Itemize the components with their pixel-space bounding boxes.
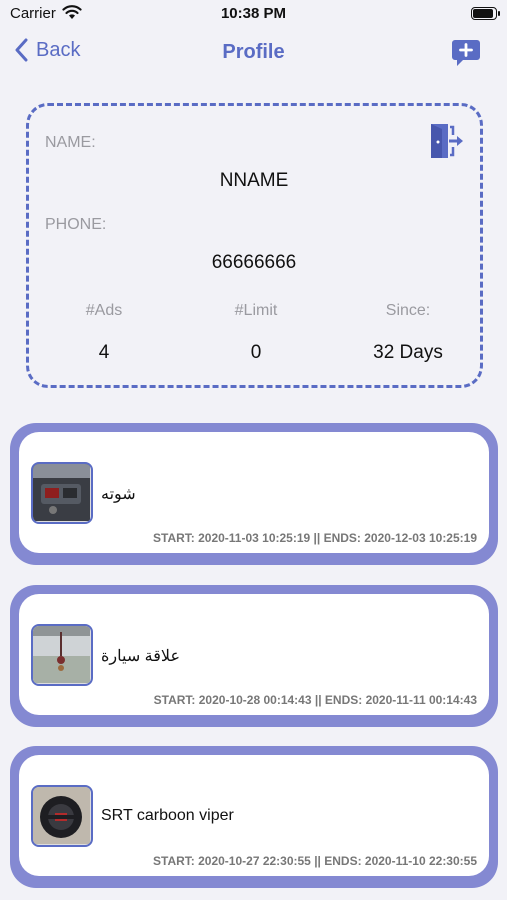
ads-count-value: 4 xyxy=(98,342,110,363)
add-message-icon[interactable] xyxy=(451,38,481,68)
name-value: NNAME xyxy=(219,170,289,191)
ad-thumbnail xyxy=(31,785,93,847)
ad-item[interactable]: SRT carboon viper START: 2020-10-27 22:3… xyxy=(19,755,489,876)
phone-label: PHONE: xyxy=(45,216,107,233)
ad-item[interactable]: شوته START: 2020-11-03 10:25:19 || ENDS:… xyxy=(19,432,489,553)
profile-card: NAME: NNAME PHONE: 66666666 #Ads #Limit … xyxy=(26,103,483,388)
since-value: 32 Days xyxy=(373,342,443,363)
ad-title: علاقة سيارة xyxy=(101,648,180,665)
ad-title: شوته xyxy=(101,486,136,503)
phone-value: 66666666 xyxy=(211,252,297,273)
limit-value: 0 xyxy=(250,342,262,363)
since-label: Since: xyxy=(385,302,431,319)
ad-card: شوته START: 2020-11-03 10:25:19 || ENDS:… xyxy=(10,423,498,565)
ad-thumbnail xyxy=(31,462,93,524)
name-label: NAME: xyxy=(45,134,96,151)
battery-icon xyxy=(471,7,500,20)
logout-icon[interactable] xyxy=(428,122,466,160)
clock: 10:38 PM xyxy=(220,5,287,22)
status-bar: Carrier 10:38 PM xyxy=(0,0,507,30)
ad-card: علاقة سيارة START: 2020-10-28 00:14:43 |… xyxy=(10,585,498,727)
ad-dates: START: 2020-10-28 00:14:43 || ENDS: 2020… xyxy=(153,693,477,707)
ad-dates: START: 2020-11-03 10:25:19 || ENDS: 2020… xyxy=(153,531,477,545)
ad-item[interactable]: علاقة سيارة START: 2020-10-28 00:14:43 |… xyxy=(19,594,489,715)
ad-title: SRT carboon viper xyxy=(101,807,234,824)
ad-card: SRT carboon viper START: 2020-10-27 22:3… xyxy=(10,746,498,888)
page-title: Profile xyxy=(222,41,285,63)
nav-bar: Back Profile xyxy=(0,32,507,76)
ad-thumbnail xyxy=(31,624,93,686)
ad-dates: START: 2020-10-27 22:30:55 || ENDS: 2020… xyxy=(153,854,477,868)
limit-label: #Limit xyxy=(234,302,278,319)
ads-count-label: #Ads xyxy=(85,302,123,319)
